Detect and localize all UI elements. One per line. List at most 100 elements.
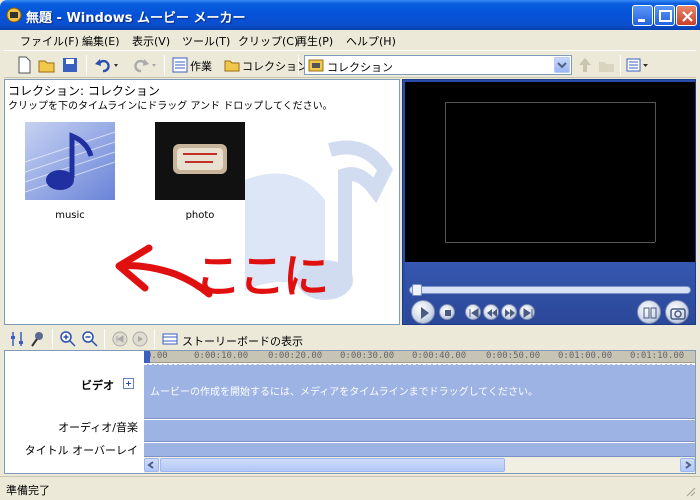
show-storyboard-button[interactable]: ストーリーボードの表示	[182, 333, 303, 349]
play-icon	[421, 307, 429, 319]
close-button[interactable]	[676, 5, 697, 26]
play-button[interactable]	[411, 300, 435, 324]
menu-file[interactable]: ファイル(F)	[20, 33, 79, 49]
next-frame-button[interactable]	[519, 304, 535, 320]
redo-icon[interactable]	[132, 56, 160, 74]
video-track[interactable]: ムービーの作成を開始するには、メディアをタイムラインまでドラッグしてください。	[144, 364, 695, 419]
timeline-toolbar: ストーリーボードの表示	[4, 328, 696, 350]
maximize-button[interactable]	[654, 5, 675, 26]
play-timeline-icon[interactable]	[132, 331, 148, 347]
scroll-right-button[interactable]	[680, 458, 695, 472]
toolbar-separator	[104, 329, 105, 349]
collection-select[interactable]: コレクション	[304, 55, 572, 75]
clip-music-label: music	[55, 210, 85, 221]
track-headers: ビデオ オーディオ/音楽 タイトル オーバーレイ	[5, 351, 144, 473]
collection-folder-icon	[308, 59, 324, 72]
fast-forward-button[interactable]	[501, 304, 517, 320]
clip-photo[interactable]	[155, 122, 245, 200]
clip-photo-label: photo	[185, 210, 215, 221]
open-project-icon[interactable]	[38, 56, 56, 74]
ruler-tick: 0:00:30.00	[340, 351, 395, 361]
seek-bar[interactable]	[409, 284, 691, 296]
new-project-icon[interactable]	[16, 56, 32, 74]
rewind-timeline-icon[interactable]	[112, 331, 128, 347]
audio-track-label: オーディオ/音楽	[58, 421, 138, 434]
music-note-icon	[24, 122, 116, 200]
storyboard-icon[interactable]	[162, 331, 178, 347]
clip-music[interactable]	[24, 122, 116, 200]
playhead[interactable]	[144, 351, 150, 363]
camera-icon	[670, 308, 686, 320]
expand-track-icon[interactable]	[123, 378, 134, 389]
previous-frame-button[interactable]	[465, 304, 481, 320]
stop-button[interactable]	[439, 304, 455, 320]
title-overlay-track-label: タイトル オーバーレイ	[24, 444, 138, 457]
undo-icon[interactable]	[94, 56, 122, 74]
movie-maker-app-icon	[6, 7, 22, 23]
rewind-button[interactable]	[483, 304, 499, 320]
chevron-right-icon	[685, 461, 692, 469]
minimize-button[interactable]	[632, 5, 653, 26]
new-collection-folder-icon[interactable]	[598, 56, 616, 74]
toolbar-separator	[154, 329, 155, 349]
photo-thumbnail-icon	[155, 122, 245, 200]
chevron-down-icon	[557, 62, 567, 69]
timeline-scrollbar[interactable]	[144, 457, 695, 473]
combo-dropdown-button[interactable]	[554, 57, 570, 73]
status-text: 準備完了	[6, 484, 50, 497]
menu-view[interactable]: 表示(V)	[132, 33, 170, 49]
toolbar: 作業 コレクション コレクション	[4, 50, 696, 78]
menu-bar: ファイル(F) 編集(E) 表示(V) ツール(T) クリップ(C) 再生(P)…	[4, 30, 696, 50]
collection-pane[interactable]: コレクション: コレクション クリップを下のタイムラインにドラッグ アンド ドロ…	[4, 79, 400, 325]
zoom-out-icon[interactable]	[82, 331, 98, 347]
chevron-left-icon	[147, 461, 154, 469]
title-bar[interactable]: 無題 - Windows ムービー メーカー	[0, 0, 700, 30]
menu-edit[interactable]: 編集(E)	[82, 33, 120, 49]
ruler-tick: 0:00:50.00	[486, 351, 541, 361]
collection-hint: クリップを下のタイムラインにドラッグ アンド ドロップしてください。	[8, 101, 333, 112]
menu-tools[interactable]: ツール(T)	[182, 33, 230, 49]
set-audio-levels-icon[interactable]	[10, 331, 24, 347]
collections-icon[interactable]	[224, 56, 240, 74]
up-level-icon[interactable]	[576, 56, 594, 74]
annotation-text: ここに	[195, 249, 329, 303]
close-icon	[682, 11, 693, 22]
toolbar-separator	[620, 55, 621, 75]
ruler-tick: 0:01:00.00	[558, 351, 613, 361]
scroll-left-button[interactable]	[144, 458, 159, 472]
status-bar: 準備完了	[0, 476, 700, 500]
zoom-in-icon[interactable]	[60, 331, 76, 347]
timeline[interactable]: ビデオ オーディオ/音楽 タイトル オーバーレイ 0.00 0:00:10.00…	[4, 350, 696, 474]
menu-play[interactable]: 再生(P)	[296, 33, 333, 49]
timeline-ruler[interactable]: 0.00 0:00:10.00 0:00:20.00 0:00:30.00 0:…	[144, 351, 695, 363]
scrollbar-thumb[interactable]	[160, 458, 505, 472]
toolbar-separator	[164, 55, 165, 75]
resize-grip-icon[interactable]	[684, 485, 696, 497]
save-project-icon[interactable]	[62, 56, 78, 74]
title-overlay-track[interactable]	[144, 443, 695, 457]
menu-help[interactable]: ヘルプ(H)	[346, 33, 396, 49]
tasks-icon[interactable]	[172, 56, 188, 74]
seek-thumb[interactable]	[412, 284, 422, 296]
menu-clip[interactable]: クリップ(C)	[238, 33, 298, 49]
ruler-tick: 0:00:40.00	[412, 351, 467, 361]
preview-monitor	[402, 79, 696, 325]
preview-screen[interactable]	[405, 82, 695, 262]
views-icon[interactable]	[626, 56, 650, 74]
maximize-icon	[659, 10, 672, 22]
take-picture-button[interactable]	[665, 300, 689, 324]
playback-controls	[405, 262, 695, 324]
tasks-button-label[interactable]: 作業	[190, 58, 212, 74]
toolbar-separator	[86, 55, 87, 75]
skip-back-icon	[469, 308, 479, 318]
rewind-icon	[487, 309, 497, 317]
audio-track[interactable]	[144, 420, 695, 442]
narrate-timeline-icon[interactable]	[30, 331, 46, 347]
split-clip-button[interactable]	[637, 300, 661, 324]
minimize-icon	[638, 19, 645, 22]
toolbar-separator	[298, 55, 299, 75]
ruler-tick: 0:01:10.00	[630, 351, 685, 361]
toolbar-separator	[52, 329, 53, 349]
ruler-tick: 0:00:20.00	[268, 351, 323, 361]
ruler-tick: 0:00:10.00	[194, 351, 249, 361]
